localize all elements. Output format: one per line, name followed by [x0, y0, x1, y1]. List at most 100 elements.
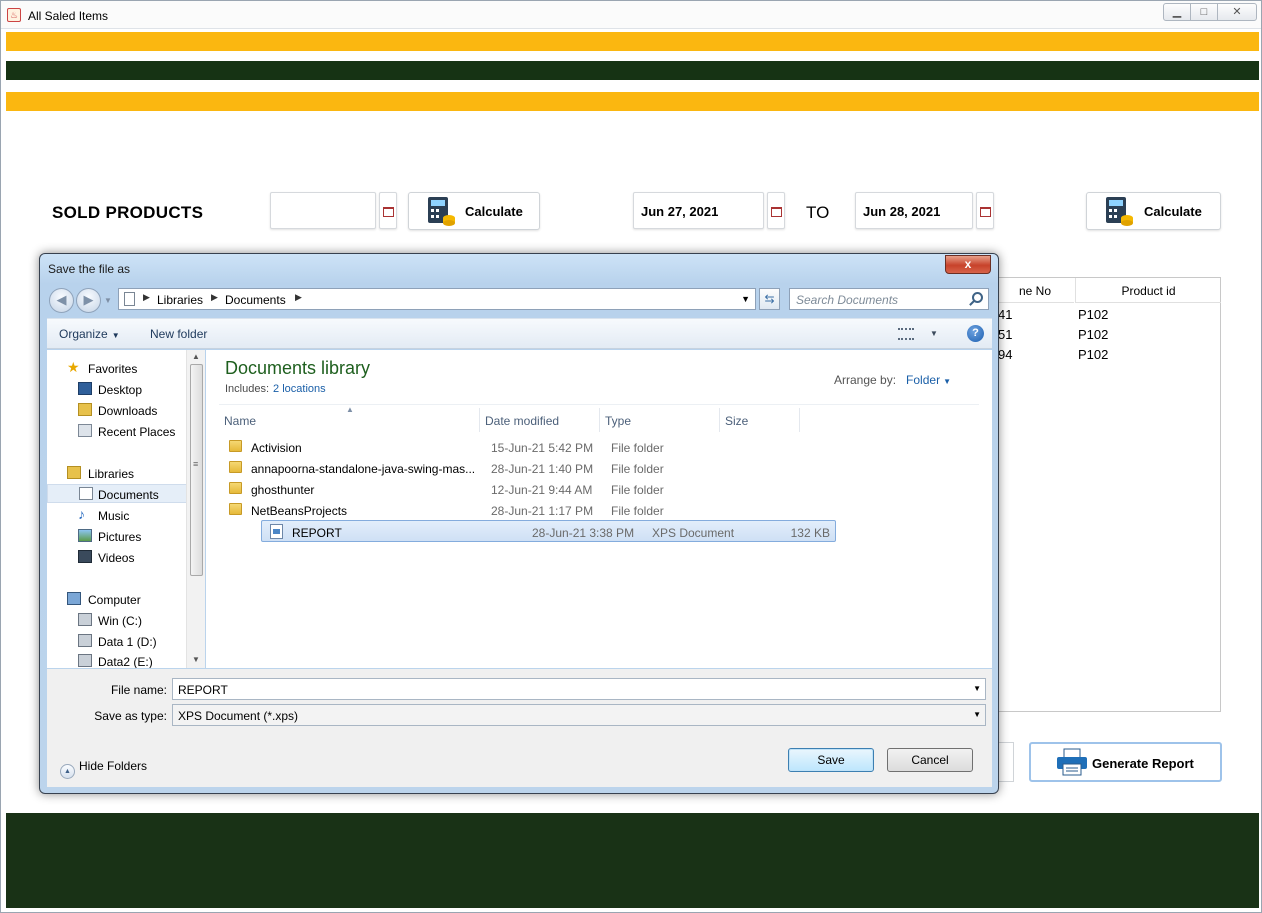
chevron-right-icon[interactable]: ▶: [143, 292, 150, 303]
nav-drive-e[interactable]: Data2 (E:): [47, 652, 187, 668]
column-header-product-id[interactable]: Product id: [1075, 278, 1221, 303]
table-cell[interactable]: P102: [1078, 347, 1108, 362]
nav-recent-places[interactable]: Recent Places: [47, 422, 187, 441]
table-cell[interactable]: 51: [998, 327, 1012, 342]
nav-libraries[interactable]: Libraries: [47, 464, 187, 483]
save-type-value: XPS Document (*.xps): [178, 709, 299, 723]
file-name-value: REPORT: [178, 683, 228, 697]
help-icon[interactable]: ?: [967, 325, 984, 342]
file-row[interactable]: Activision 15-Jun-21 5:42 PM File folder: [221, 436, 796, 458]
forward-button[interactable]: ▶: [76, 288, 101, 313]
chevron-down-icon[interactable]: ▼: [943, 377, 951, 386]
scroll-up-icon[interactable]: ▲: [192, 352, 200, 361]
file-date: 15-Jun-21 5:42 PM: [491, 441, 594, 455]
nav-favorites[interactable]: ★ Favorites: [47, 359, 187, 378]
computer-icon: [67, 592, 81, 605]
chevron-right-icon[interactable]: ▶: [211, 292, 218, 303]
hide-folders-button[interactable]: ▲ Hide Folders: [60, 759, 147, 779]
column-header-size[interactable]: Size: [720, 408, 800, 432]
file-name-input[interactable]: REPORT ▼: [172, 678, 986, 700]
nav-downloads[interactable]: Downloads: [47, 401, 187, 420]
chevron-right-icon[interactable]: ▶: [295, 292, 302, 303]
refresh-button[interactable]: ⇆: [759, 288, 780, 310]
nav-videos[interactable]: Videos: [47, 548, 187, 567]
drive-icon: [78, 654, 92, 667]
save-type-select[interactable]: XPS Document (*.xps) ▼: [172, 704, 986, 726]
generate-report-button[interactable]: Generate Report: [1029, 742, 1222, 782]
search-input[interactable]: Search Documents: [789, 288, 989, 310]
nav-music[interactable]: ♪ Music: [47, 506, 187, 525]
organize-menu[interactable]: Organize ▼: [59, 327, 120, 341]
column-header-name[interactable]: Name: [219, 408, 480, 432]
dialog-close-button[interactable]: x: [945, 255, 991, 274]
breadcrumb-documents[interactable]: Documents: [225, 293, 286, 307]
chevron-down-icon[interactable]: ▼: [973, 710, 981, 719]
view-dropdown-icon[interactable]: ▼: [930, 329, 938, 338]
file-type: File folder: [611, 441, 664, 455]
file-row-selected[interactable]: REPORT 28-Jun-21 3:38 PM XPS Document 13…: [261, 520, 836, 542]
nav-drive-d[interactable]: Data 1 (D:): [47, 632, 187, 651]
nav-drive-c[interactable]: Win (C:): [47, 611, 187, 630]
scroll-thumb[interactable]: [190, 364, 203, 576]
arrange-value[interactable]: Folder: [906, 373, 940, 387]
nav-desktop[interactable]: Desktop: [47, 380, 187, 399]
file-row[interactable]: annapoorna-standalone-java-swing-mas... …: [221, 457, 796, 479]
documents-icon: [79, 487, 93, 500]
music-icon: ♪: [78, 506, 85, 522]
address-dropdown-icon[interactable]: ▼: [741, 294, 750, 304]
nav-label: Libraries: [88, 467, 135, 481]
file-row[interactable]: ghosthunter 12-Jun-21 9:44 AM File folde…: [221, 478, 796, 500]
calculate-button-1[interactable]: Calculate: [408, 192, 540, 230]
file-date: 12-Jun-21 9:44 AM: [491, 483, 593, 497]
single-date-field[interactable]: [270, 192, 376, 229]
file-size: 132 KB: [790, 526, 830, 540]
cancel-button[interactable]: Cancel: [887, 748, 973, 772]
table-cell[interactable]: P102: [1078, 307, 1108, 322]
table-cell[interactable]: P102: [1078, 327, 1108, 342]
calculate-button-2[interactable]: Calculate: [1086, 192, 1221, 230]
nav-scrollbar[interactable]: ▲ ≡ ▼: [186, 350, 205, 668]
column-header-type[interactable]: Type: [600, 408, 720, 432]
pictures-icon: [78, 529, 92, 542]
minimize-button[interactable]: ▁: [1163, 3, 1191, 21]
table-cell[interactable]: 41: [998, 307, 1012, 322]
downloads-folder-icon: [78, 403, 92, 416]
view-options-icon[interactable]: [898, 328, 914, 340]
nav-label: Data2 (E:): [98, 655, 153, 668]
nav-label: Music: [98, 509, 130, 523]
column-header-phone[interactable]: ne No: [996, 278, 1074, 303]
arrange-by[interactable]: Arrange by: Folder ▼: [834, 373, 951, 387]
to-date-field[interactable]: Jun 28, 2021: [855, 192, 973, 229]
column-header-date[interactable]: Date modified: [480, 408, 600, 432]
chevron-down-icon[interactable]: ▼: [973, 684, 981, 693]
close-button[interactable]: ✕: [1217, 3, 1257, 21]
nav-documents[interactable]: Documents: [47, 484, 187, 503]
breadcrumb-libraries[interactable]: Libraries: [157, 293, 203, 307]
scroll-down-icon[interactable]: ▼: [192, 655, 200, 664]
calculator-coins-icon: [1106, 197, 1133, 226]
nav-label: Pictures: [98, 530, 142, 544]
to-calendar-button[interactable]: [976, 192, 994, 229]
to-label: TO: [806, 203, 830, 222]
maximize-button[interactable]: □: [1190, 3, 1218, 21]
new-folder-button[interactable]: New folder: [150, 327, 207, 341]
file-type: File folder: [611, 483, 664, 497]
back-button[interactable]: ◀: [49, 288, 74, 313]
file-row[interactable]: NetBeansProjects 28-Jun-21 1:17 PM File …: [221, 499, 796, 521]
from-calendar-button[interactable]: [767, 192, 785, 229]
footer-band: [6, 813, 1259, 908]
nav-pictures[interactable]: Pictures: [47, 527, 187, 546]
generate-report-label: Generate Report: [1092, 756, 1194, 771]
recent-pages-icon[interactable]: ▼: [104, 296, 112, 305]
save-button[interactable]: Save: [788, 748, 874, 772]
address-bar[interactable]: ▶ Libraries ▶ Documents ▶ ▼: [118, 288, 756, 310]
calendar-picker-button[interactable]: [379, 192, 397, 229]
locations-link[interactable]: 2 locations: [273, 383, 326, 395]
file-date: 28-Jun-21 1:40 PM: [491, 462, 594, 476]
arrange-label: Arrange by:: [834, 373, 897, 387]
table-cell[interactable]: 94: [998, 347, 1012, 362]
nav-computer[interactable]: Computer: [47, 590, 187, 609]
search-icon[interactable]: [972, 292, 983, 303]
from-date-field[interactable]: Jun 27, 2021: [633, 192, 764, 229]
java-app-icon: ♨: [7, 8, 21, 22]
